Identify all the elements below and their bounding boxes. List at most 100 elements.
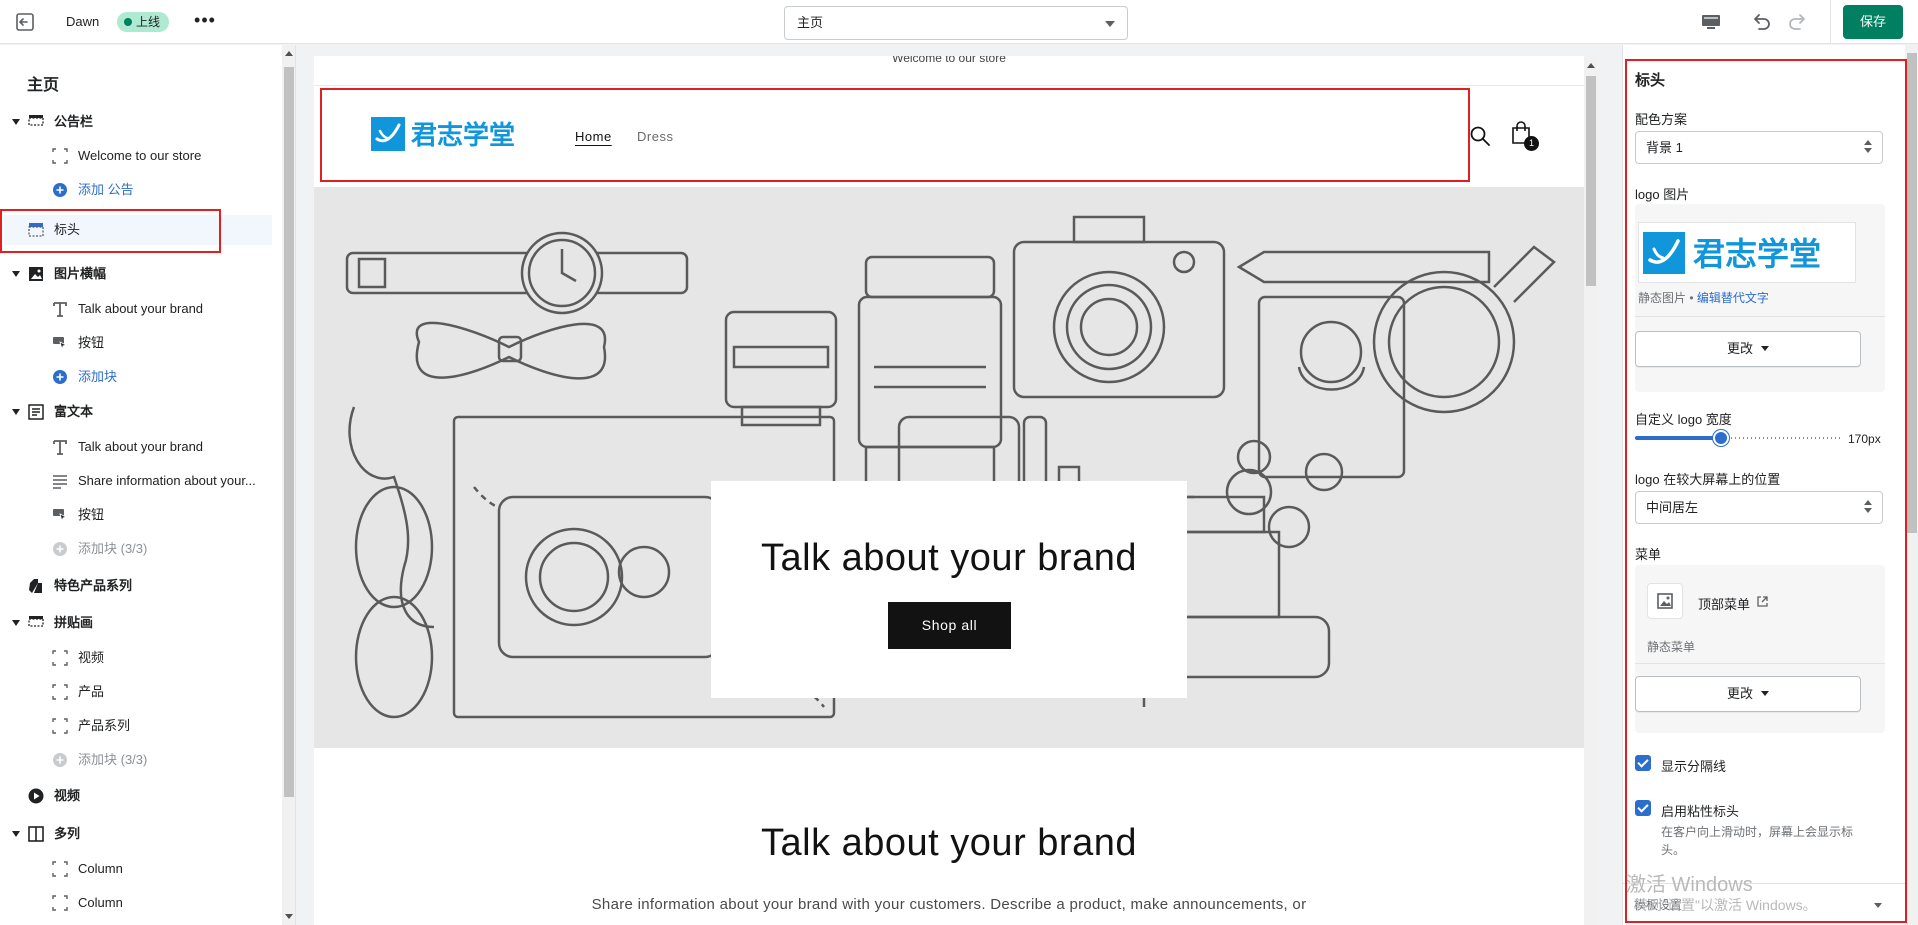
sidebar-item-label: 产品系列: [78, 718, 131, 733]
nav-link-dress[interactable]: Dress: [637, 129, 673, 144]
desktop-preview-icon[interactable]: [1700, 11, 1722, 33]
add-block-button[interactable]: 添加块: [0, 363, 272, 391]
section-image-banner[interactable]: 图片横幅: [0, 260, 272, 288]
sticky-header-checkbox[interactable]: [1635, 800, 1651, 816]
caret-down-icon: [1761, 691, 1769, 696]
logo-width-slider[interactable]: [1635, 430, 1840, 446]
cart-button[interactable]: 1: [1511, 121, 1539, 151]
scrollbar-thumb[interactable]: [1586, 76, 1596, 286]
nav-link-home[interactable]: Home: [575, 129, 612, 144]
sidebar-item-label: 特色产品系列: [54, 578, 133, 593]
undo-icon[interactable]: [1750, 11, 1772, 33]
block-button[interactable]: 按钮: [0, 329, 272, 357]
page-select[interactable]: 主页: [784, 6, 1128, 40]
logo-position-select[interactable]: 中间居左: [1635, 491, 1883, 524]
caret-down-icon[interactable]: [12, 620, 20, 626]
change-logo-button[interactable]: 更改: [1635, 331, 1861, 367]
logo-image-label: logo 图片: [1635, 187, 1690, 202]
section-collage[interactable]: 拼贴画: [0, 609, 272, 637]
show-divider-checkbox[interactable]: [1635, 755, 1651, 771]
logo-text: 君志学堂: [411, 120, 515, 151]
exit-icon[interactable]: [14, 11, 36, 33]
color-scheme-select[interactable]: 背景 1: [1635, 131, 1883, 164]
external-link-icon[interactable]: [1757, 596, 1768, 607]
text-icon: [53, 302, 67, 317]
logo-width-value: 170px: [1848, 432, 1881, 446]
logo-position-value: 中间居左: [1646, 500, 1699, 515]
caret-down-icon[interactable]: [12, 409, 20, 415]
sidebar-scrollbar[interactable]: [282, 45, 295, 925]
panel-title: 标头: [1635, 72, 1666, 89]
caret-down-icon[interactable]: [12, 119, 20, 125]
scrollbar-thumb[interactable]: [284, 67, 294, 797]
logo-thumbnail-image: 君志学堂: [1643, 232, 1821, 274]
image-icon: [29, 267, 43, 281]
section-video[interactable]: 视频: [0, 782, 272, 810]
scroll-up-icon[interactable]: [1587, 63, 1595, 68]
section-featured-collection[interactable]: 特色产品系列: [0, 572, 272, 600]
block-button[interactable]: 按钮: [0, 501, 272, 529]
block-column[interactable]: Column: [0, 855, 272, 883]
windows-watermark-title: 激活 Windows: [1626, 874, 1753, 896]
block-product[interactable]: 产品: [0, 678, 272, 706]
block-column[interactable]: Column: [0, 889, 272, 917]
block-collection[interactable]: 产品系列: [0, 712, 272, 740]
block-icon: [52, 684, 68, 700]
block-text[interactable]: Share information about your...: [0, 467, 272, 495]
save-button[interactable]: 保存: [1843, 5, 1903, 39]
section-rich-text[interactable]: 富文本: [0, 398, 272, 426]
block-heading[interactable]: Talk about your brand: [0, 433, 272, 461]
section-announcement-bar[interactable]: 公告栏: [0, 108, 272, 136]
change-logo-label: 更改: [1726, 341, 1753, 356]
announcement-bar-icon: [28, 115, 44, 126]
logo-thumbnail[interactable]: 君志学堂: [1638, 222, 1856, 283]
rich-text-heading: Talk about your brand: [761, 822, 1137, 864]
block-video[interactable]: 视频: [0, 644, 272, 672]
slider-thumb[interactable]: [1713, 430, 1730, 446]
scroll-down-icon[interactable]: [285, 914, 293, 919]
scrollbar-thumb[interactable]: [1907, 53, 1917, 533]
menu-name-link[interactable]: 顶部菜单: [1698, 594, 1750, 613]
scroll-up-icon[interactable]: [285, 51, 293, 56]
store-logo[interactable]: 君志学堂: [371, 117, 543, 151]
section-header[interactable]: 标头: [4, 215, 272, 245]
store-header[interactable]: 君志学堂 Home Dress 1: [314, 87, 1584, 187]
sidebar-item-label: 公告栏: [54, 114, 94, 129]
redo-icon[interactable]: [1787, 11, 1809, 33]
text-icon: [53, 440, 67, 455]
columns-icon: [28, 826, 44, 842]
caret-down-icon[interactable]: [12, 271, 20, 277]
color-scheme-label: 配色方案: [1635, 112, 1688, 127]
status-badge: 上线: [117, 12, 170, 32]
menu-static-text: 静态菜单: [1647, 640, 1696, 654]
add-announcement-button[interactable]: 添加 公告: [0, 176, 272, 204]
edit-alt-text-link[interactable]: 编辑替代文字: [1697, 291, 1769, 305]
shop-all-button[interactable]: Shop all: [888, 602, 1011, 649]
sidebar-item-label: 视频: [78, 650, 105, 665]
caret-down-icon[interactable]: [12, 831, 20, 837]
status-badge-label: 上线: [136, 15, 161, 29]
image-icon: [1657, 593, 1673, 609]
slider-fill: [1635, 436, 1722, 440]
menu-label: 菜单: [1635, 547, 1662, 562]
sidebar-item-label: 添加 公告: [78, 182, 134, 197]
search-icon[interactable]: [1469, 125, 1491, 147]
sidebar-item-label: 视频: [54, 788, 81, 803]
panel-scrollbar[interactable]: [1905, 45, 1918, 925]
caret-down-icon[interactable]: [1874, 903, 1882, 908]
section-multicolumn[interactable]: 多列: [0, 820, 272, 848]
block-icon: [52, 718, 68, 734]
block-heading[interactable]: Talk about your brand: [0, 295, 272, 323]
logo-static-text: 静态图片 •: [1638, 291, 1694, 305]
select-arrows-icon: [1864, 500, 1872, 514]
sidebar-item-label: 富文本: [54, 404, 94, 419]
block-announcement[interactable]: Welcome to our store: [0, 142, 272, 170]
cart-count-badge: 1: [1524, 136, 1539, 151]
sidebar-item-label: 按钮: [78, 507, 105, 522]
divider: [1635, 663, 1885, 664]
preview-scrollbar[interactable]: [1584, 56, 1598, 925]
change-menu-button[interactable]: 更改: [1635, 676, 1861, 712]
more-icon[interactable]: •••: [194, 11, 216, 33]
image-banner[interactable]: Talk about your brand Shop all: [314, 187, 1584, 748]
sidebar-item-label: Talk about your brand: [78, 301, 204, 316]
